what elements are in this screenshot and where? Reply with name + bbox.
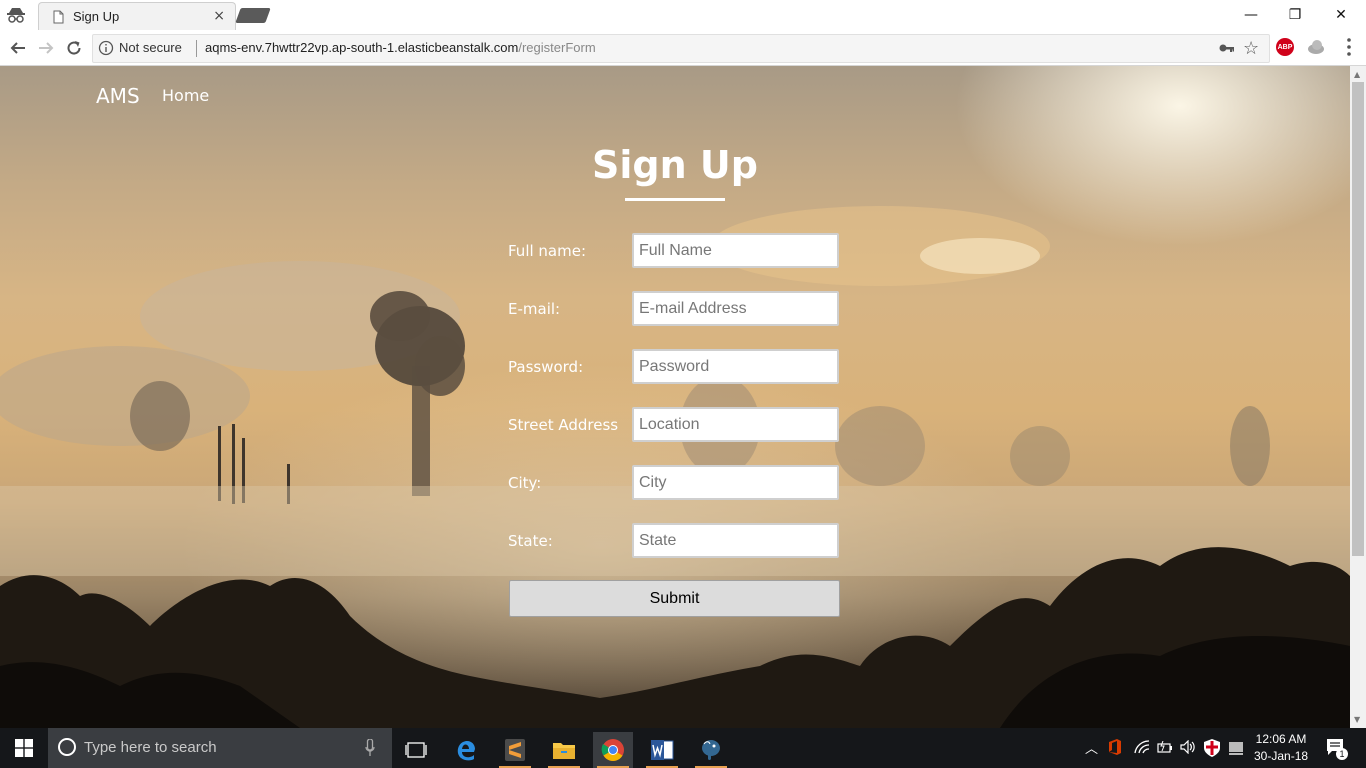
street-address-input[interactable] (632, 407, 839, 442)
taskbar-search-box[interactable]: Type here to search (48, 728, 392, 768)
password-label: Password: (508, 358, 584, 376)
task-view-button[interactable] (396, 732, 436, 768)
battery-icon[interactable] (1157, 741, 1173, 753)
chrome-menu-icon[interactable] (1340, 36, 1358, 58)
word-taskbar-button[interactable] (642, 732, 682, 768)
key-icon[interactable] (1219, 41, 1235, 55)
street-address-label: Street Address (508, 416, 619, 434)
security-status[interactable]: Not secure (119, 40, 182, 55)
incognito-icon[interactable] (6, 6, 26, 24)
file-explorer-icon (553, 743, 575, 759)
page-viewport: AMS Home Sign Up Full name: E-mail: Pass… (0, 66, 1350, 728)
close-window-button[interactable]: ✕ (1318, 0, 1364, 30)
form-title: Sign Up (592, 143, 758, 187)
start-button[interactable] (0, 728, 48, 768)
search-placeholder: Type here to search (84, 739, 217, 756)
email-label: E-mail: (508, 300, 561, 318)
adblock-plus-icon[interactable]: ABP (1276, 38, 1294, 56)
minimize-button[interactable]: — (1228, 0, 1274, 30)
chrome-taskbar-button[interactable] (593, 732, 633, 768)
new-tab-button[interactable] (235, 8, 271, 23)
restore-button[interactable]: ❐ (1272, 0, 1318, 30)
forward-arrow-icon (39, 42, 54, 54)
sublime-text-icon (505, 739, 525, 761)
title-underline (625, 198, 725, 201)
show-hidden-icons-chevron-icon[interactable]: ︿ (1085, 738, 1098, 757)
tab-close-icon[interactable]: × (213, 8, 225, 24)
extension-cloud-icon[interactable] (1306, 38, 1326, 56)
postgresql-icon (702, 740, 720, 760)
password-input[interactable] (632, 349, 839, 384)
edge-icon (457, 740, 475, 761)
file-explorer-taskbar-button[interactable] (544, 732, 584, 768)
word-icon (651, 740, 674, 760)
input-keyboard-icon[interactable] (1228, 741, 1244, 755)
brand-logo-link[interactable]: AMS (96, 84, 140, 108)
taskbar-clock[interactable]: 12:06 AM 30-Jan-18 (1254, 731, 1308, 765)
city-input[interactable] (632, 465, 839, 500)
postgresql-taskbar-button[interactable] (691, 732, 731, 768)
scroll-up-arrow-icon[interactable]: ▲ (1354, 70, 1360, 79)
task-view-icon (405, 742, 427, 758)
full-name-label: Full name: (508, 242, 587, 260)
tab-sign-up[interactable]: Sign Up × (38, 2, 236, 31)
vertical-scrollbar[interactable]: ▲ ▼ (1350, 66, 1366, 728)
cortana-icon (58, 738, 76, 756)
volume-icon[interactable] (1180, 740, 1196, 754)
security-shield-icon[interactable] (1204, 739, 1220, 757)
chrome-icon (601, 739, 624, 761)
notification-count-badge: 1 (1336, 748, 1348, 760)
url-path: /registerForm (518, 40, 596, 55)
windows-logo-icon (15, 739, 33, 757)
url-host: aqms-env.7hwttr22vp.ap-south-1.elasticbe… (205, 40, 519, 55)
clock-time: 12:06 AM (1255, 732, 1307, 746)
windows-taskbar: Type here to search ︿ 12:06 AM 30-Jan-18… (0, 728, 1366, 768)
microphone-icon[interactable] (365, 739, 375, 757)
sublime-taskbar-button[interactable] (495, 732, 535, 768)
address-bar[interactable]: Not secure aqms-env.7hwttr22vp.ap-south-… (92, 34, 1270, 63)
browser-title-bar: Sign Up × — ❐ ✕ (0, 0, 1366, 31)
wifi-icon[interactable] (1134, 740, 1150, 754)
back-button[interactable] (6, 36, 30, 60)
info-icon[interactable] (98, 40, 114, 56)
back-arrow-icon (10, 42, 25, 54)
full-name-input[interactable] (632, 233, 839, 268)
scroll-down-arrow-icon[interactable]: ▼ (1354, 715, 1360, 724)
submit-button[interactable]: Submit (509, 580, 840, 617)
bookmark-star-icon[interactable]: ☆ (1243, 38, 1259, 59)
state-input[interactable] (632, 523, 839, 558)
document-icon (53, 10, 64, 24)
state-label: State: (508, 532, 553, 550)
city-label: City: (508, 474, 542, 492)
email-input[interactable] (632, 291, 839, 326)
office-icon[interactable] (1108, 739, 1122, 755)
tab-title: Sign Up (73, 9, 120, 24)
clock-date: 30-Jan-18 (1254, 749, 1309, 763)
reload-icon (67, 41, 81, 55)
url-text[interactable]: aqms-env.7hwttr22vp.ap-south-1.elasticbe… (205, 40, 596, 55)
edge-taskbar-button[interactable] (446, 732, 486, 768)
scroll-thumb[interactable] (1352, 82, 1364, 556)
forward-button[interactable] (34, 36, 58, 60)
home-link[interactable]: Home (162, 86, 209, 105)
omnibox-divider (196, 40, 197, 57)
reload-button[interactable] (62, 36, 86, 60)
browser-toolbar: Not secure aqms-env.7hwttr22vp.ap-south-… (0, 30, 1366, 66)
